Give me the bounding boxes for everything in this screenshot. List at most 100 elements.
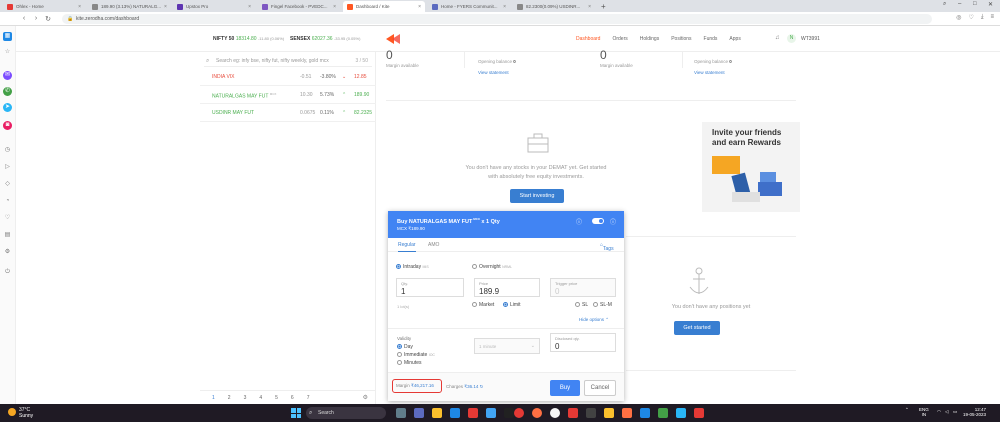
file-explorer-icon[interactable] (432, 408, 442, 418)
browser-tab[interactable]: 82.2300(0.09%) USDINR... × (513, 1, 595, 12)
browser-tab[interactable]: Home - FYERS Communit... × (428, 1, 510, 12)
nav-apps[interactable]: Apps (729, 36, 740, 42)
watchlist-page-tab[interactable]: 5 (275, 395, 278, 401)
play-icon[interactable]: ▷ (3, 163, 12, 172)
opera-gx-icon[interactable] (514, 408, 524, 418)
nav-dashboard[interactable]: Dashboard (576, 36, 600, 42)
get-started-button[interactable]: Get started (674, 321, 720, 335)
search-tabs-icon[interactable]: ⌕ (943, 1, 946, 8)
store-icon[interactable] (486, 408, 496, 418)
watchlist-row[interactable]: INDIA VIX -0.51 -3.80% ⌄ 12.85 (200, 68, 376, 86)
watchlist-page-tab[interactable]: 4 (259, 395, 262, 401)
watchlist-row[interactable]: USDINR MAY FUT 0.0675 0.11% ⌃ 82.2325 (200, 104, 376, 122)
back-icon[interactable]: ‹ (18, 15, 30, 22)
watchlist-page-tab[interactable]: 7 (307, 395, 310, 401)
clock-icon[interactable]: ◔ (3, 197, 12, 206)
info-icon[interactable]: ⓘ (576, 217, 582, 226)
hide-options-link[interactable]: Hide options ⌃ (579, 317, 609, 323)
clock[interactable]: 12:47 19-05-2023 (963, 407, 986, 417)
app-icon[interactable] (640, 408, 650, 418)
volume-icon[interactable]: ◁ (945, 409, 948, 415)
watchlist-row[interactable]: NATURALGAS MAY FUT MCX 10.30 5.73% ⌃ 189.90 (200, 86, 376, 104)
start-investing-button[interactable]: Start investing (510, 189, 564, 203)
required-margin[interactable]: Margin ₹46,217.16 (392, 379, 442, 393)
app-icon[interactable] (604, 408, 614, 418)
watchlist-settings-icon[interactable]: ⚙ (363, 394, 368, 401)
price-input[interactable]: Price 189.9 (474, 278, 540, 297)
download-icon[interactable]: ⤓ (981, 14, 984, 21)
sensex-index[interactable]: SENSEX 62027.36 -33.95 (0.05%) (290, 36, 360, 42)
order-type-limit-radio[interactable]: Limit (503, 302, 521, 308)
tab-regular[interactable]: Regular (398, 242, 416, 252)
cancel-button[interactable]: Cancel (584, 380, 616, 396)
validity-ioc-radio[interactable]: Immediate IOC (397, 352, 435, 358)
watchlist-page-tab[interactable]: 2 (228, 395, 231, 401)
tags-link[interactable]: ⌂ Tags (600, 242, 614, 252)
edge-icon[interactable] (450, 408, 460, 418)
watchlist-page-tab[interactable]: 1 (212, 395, 215, 401)
bell-icon[interactable]: ♫ (775, 35, 780, 41)
settings-icon[interactable]: ⚙ (3, 248, 12, 257)
cube-icon[interactable]: ◇ (3, 180, 12, 189)
qty-input[interactable]: Qty. 1 (396, 278, 464, 297)
minutes-select[interactable]: 1 minute ⌄ (474, 338, 540, 354)
info-icon[interactable]: ⓘ (610, 217, 616, 226)
history-icon[interactable]: ◷ (3, 146, 12, 155)
app-icon[interactable] (658, 408, 668, 418)
instagram-icon[interactable]: ◙ (3, 121, 12, 130)
charges[interactable]: Charges ₹36.14 ↻ (446, 384, 483, 390)
avatar[interactable]: N (787, 34, 796, 43)
tab-amo[interactable]: AMO (428, 242, 439, 248)
close-tab-icon[interactable]: × (248, 4, 251, 10)
app-icon[interactable] (568, 408, 578, 418)
windows-start-icon[interactable] (291, 408, 301, 418)
app-icon[interactable] (694, 408, 704, 418)
order-type-market-radio[interactable]: Market (472, 302, 494, 308)
task-view-icon[interactable] (396, 408, 406, 418)
tray-chevron-icon[interactable]: ⌃ (905, 407, 909, 413)
browser-tab[interactable]: Fingel Facebook - PVEDC... × (258, 1, 340, 12)
app-icon[interactable] (504, 408, 514, 418)
nav-orders[interactable]: Orders (612, 36, 627, 42)
clipboard-icon[interactable]: ▤ (3, 231, 12, 240)
maximize-icon[interactable]: □ (973, 1, 977, 7)
browser-tab[interactable]: 189.90 (3.13%) NATURALG... × (88, 1, 170, 12)
wifi-icon[interactable]: ◠ (937, 409, 941, 415)
speed-dial-icon[interactable]: ▦ (3, 32, 12, 41)
browser-tab[interactable]: Upstox Pro × (173, 1, 255, 12)
reload-icon[interactable]: ↻ (42, 15, 54, 23)
trigger-price-input[interactable]: Trigger price 0 (550, 278, 616, 297)
menu-icon[interactable]: ≡ (990, 14, 994, 21)
validity-day-radio[interactable]: Day (397, 344, 413, 350)
watchlist-page-tab[interactable]: 6 (291, 395, 294, 401)
close-tab-icon[interactable]: × (588, 4, 591, 10)
buy-button[interactable]: Buy (550, 380, 580, 396)
nav-holdings[interactable]: Holdings (640, 36, 659, 42)
product-intraday-radio[interactable]: Intraday MIS (396, 264, 429, 270)
close-tab-icon[interactable]: × (333, 4, 336, 10)
equity-view-statement-link[interactable]: View statement (478, 70, 509, 75)
bookmarks-icon[interactable]: ♡ (3, 214, 12, 223)
order-type-slm-radio[interactable]: SL-M (593, 302, 612, 308)
power-icon[interactable]: ⏻ (3, 268, 12, 277)
heart-icon[interactable]: ♡ (968, 14, 973, 21)
close-tab-icon[interactable]: × (503, 4, 506, 10)
user-id[interactable]: WT3991 (801, 36, 820, 42)
invite-rewards-banner[interactable]: Invite your friends and earn Rewards (702, 122, 800, 212)
order-type-sl-radio[interactable]: SL (575, 302, 588, 308)
close-tab-icon[interactable]: × (78, 4, 81, 10)
close-tab-icon[interactable]: × (418, 4, 421, 10)
marketwatch-search-input[interactable]: ⌕ Search eg: infy bse, nifty fut, nifty … (204, 55, 372, 67)
browser-tab[interactable]: Dashboard / Kite × (343, 1, 425, 12)
camera-icon[interactable]: ◎ (956, 14, 961, 21)
taskbar-search[interactable]: ⌕ Search (306, 407, 386, 419)
commodity-view-statement-link[interactable]: View statement (694, 70, 725, 75)
teams-icon[interactable] (414, 408, 424, 418)
close-window-icon[interactable]: ✕ (988, 1, 993, 8)
telegram-icon[interactable]: ➤ (3, 103, 12, 112)
url-field[interactable]: 🔒 kite.zerodha.com/dashboard (62, 14, 932, 24)
nav-funds[interactable]: Funds (704, 36, 718, 42)
browser-tab[interactable]: Ohlex - Home × (3, 1, 85, 12)
opera-icon[interactable] (468, 408, 478, 418)
kite-logo-icon[interactable] (386, 34, 400, 44)
